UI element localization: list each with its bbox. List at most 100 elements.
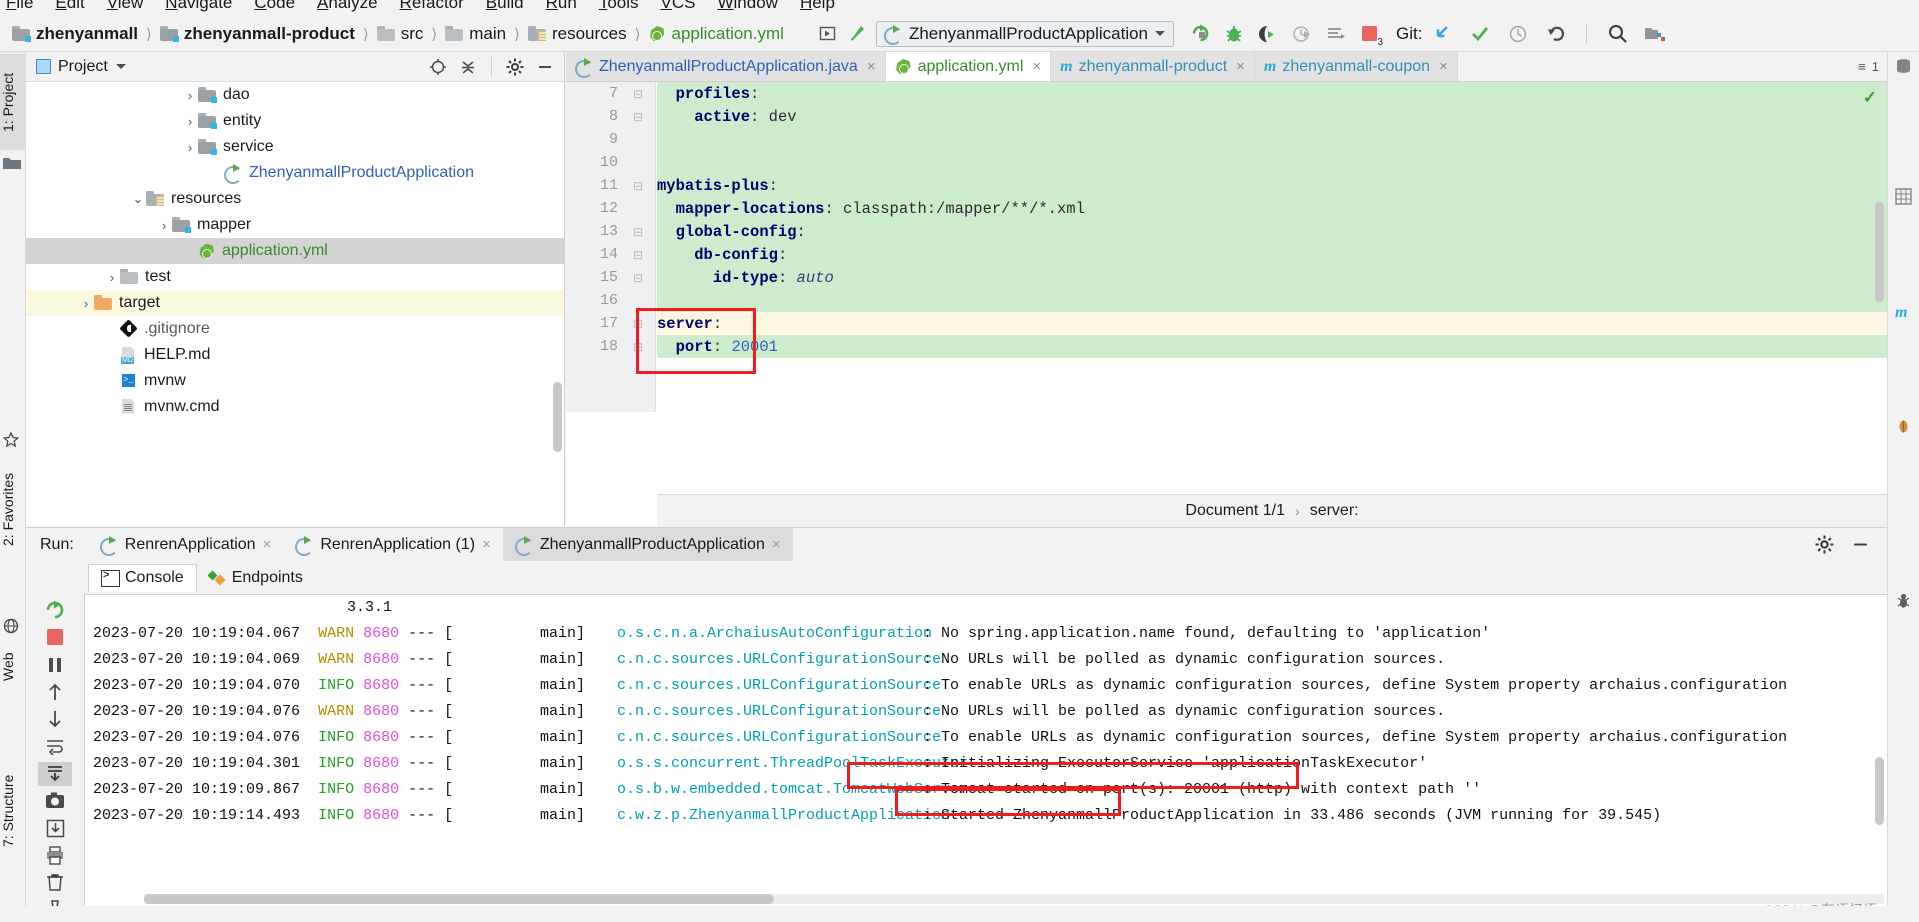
menu-item-vcs[interactable]: VCS — [661, 0, 696, 13]
tree-item-zhenyanmallproductapplication[interactable]: › ZhenyanmallProductApplication — [26, 160, 564, 186]
tree-expand-arrow[interactable]: › — [104, 348, 120, 363]
code-line-9[interactable]: 9 — [566, 128, 1887, 151]
code-folding-icon[interactable]: ⊟ — [630, 271, 646, 285]
clear-all-icon[interactable] — [38, 871, 72, 895]
sidebar-item-database[interactable] — [1887, 82, 1919, 164]
pause-icon[interactable] — [38, 653, 72, 677]
console-scrollbar[interactable] — [1875, 757, 1884, 825]
tree-item-help-md[interactable]: › HELP.md — [26, 342, 564, 368]
breadcrumb-zhenyanmall[interactable]: zhenyanmall — [8, 22, 142, 46]
code-line-7[interactable]: 7 ⊟ profiles: — [566, 82, 1887, 105]
code-line-14[interactable]: 14 ⊟ db-config: — [566, 243, 1887, 266]
menu-item-code[interactable]: Code — [254, 0, 295, 13]
project-tree-scrollbar[interactable] — [553, 382, 562, 452]
code-line-16[interactable]: 16 — [566, 289, 1887, 312]
code-folding-icon[interactable]: ⊟ — [630, 248, 646, 262]
breadcrumb-src[interactable]: src — [373, 22, 428, 46]
rerun-icon[interactable] — [1186, 20, 1214, 48]
editor-tab-bar[interactable]: ZhenyanmallProductApplication.java × appli… — [566, 52, 1887, 82]
close-icon[interactable]: × — [1032, 58, 1041, 75]
project-structure-icon[interactable] — [1641, 20, 1669, 48]
tree-expand-arrow[interactable]: › — [78, 296, 94, 311]
history-icon[interactable] — [1504, 20, 1532, 48]
run-with-coverage-icon[interactable] — [1254, 20, 1282, 48]
run-tab-zhenyanmallproductapplication[interactable]: ZhenyanmallProductApplication × — [502, 528, 793, 561]
sidebar-item-ant-build[interactable] — [1887, 618, 1919, 708]
tree-item--gitignore[interactable]: › .gitignore — [26, 316, 564, 342]
chevron-down-icon[interactable] — [115, 64, 126, 69]
tree-expand-arrow[interactable]: › — [104, 400, 120, 415]
code-folding-icon[interactable]: ⊟ — [630, 225, 646, 239]
menu-item-window[interactable]: Window — [717, 0, 777, 13]
code-line-11[interactable]: 11 ⊟ mybatis-plus: — [566, 174, 1887, 197]
locate-icon[interactable] — [425, 55, 451, 79]
editor-tab-zhenyanmall-product[interactable]: m zhenyanmall-product × — [1051, 52, 1255, 81]
stop-icon[interactable]: 3 — [1356, 20, 1384, 48]
close-icon[interactable]: × — [482, 536, 491, 553]
tree-item-application-yml[interactable]: › application.yml — [26, 238, 564, 264]
hammer-icon[interactable] — [844, 20, 872, 48]
commit-icon[interactable] — [1466, 20, 1494, 48]
run-tab-renrenapplication-1-[interactable]: RenrenApplication (1) × — [283, 528, 503, 561]
tree-item-dao[interactable]: › dao — [26, 82, 564, 108]
menu-item-run[interactable]: Run — [546, 0, 577, 13]
close-icon[interactable]: × — [772, 536, 781, 553]
profiler-icon[interactable] — [1288, 20, 1316, 48]
breadcrumb-main[interactable]: main — [441, 22, 510, 46]
tree-item-mvnw[interactable]: › mvnw — [26, 368, 564, 394]
tab-endpoints[interactable]: Endpoints — [197, 564, 315, 592]
sidebar-item-bean-validation[interactable] — [1887, 442, 1919, 572]
close-icon[interactable]: × — [263, 536, 272, 553]
search-everywhere-icon[interactable] — [1603, 20, 1631, 48]
sidebar-item-web[interactable]: Web — [0, 640, 26, 694]
inspection-status-icon[interactable]: ✓ — [1863, 88, 1877, 108]
tree-expand-arrow[interactable]: › — [182, 114, 198, 129]
menu-item-help[interactable]: Help — [800, 0, 835, 13]
code-line-17[interactable]: 17 ⊟ server: — [566, 312, 1887, 335]
rollback-icon[interactable] — [1542, 20, 1570, 48]
collapse-all-icon[interactable] — [455, 55, 481, 79]
close-icon[interactable]: × — [1439, 58, 1448, 75]
sidebar-item-project[interactable]: 1: Project — [0, 54, 26, 150]
settings-gear-icon[interactable] — [1811, 533, 1837, 557]
code-line-15[interactable]: 15 ⊟ id-type: auto — [566, 266, 1887, 289]
console-horizontal-scrollbar[interactable] — [144, 894, 1884, 904]
tree-item-service[interactable]: › service — [26, 134, 564, 160]
editor-tab-application-yml[interactable]: application.yml × — [885, 52, 1052, 81]
menu-item-refactor[interactable]: Refactor — [400, 0, 464, 13]
run-tab-renrenapplication[interactable]: RenrenApplication × — [88, 528, 284, 561]
tree-item-mvnw-cmd[interactable]: › mvnw.cmd — [26, 394, 564, 420]
run-sub-tabs[interactable]: Console Endpoints — [26, 561, 1887, 594]
code-line-13[interactable]: 13 ⊟ global-config: — [566, 220, 1887, 243]
export-icon[interactable] — [38, 816, 72, 840]
update-project-icon[interactable] — [1428, 20, 1456, 48]
rerun-icon[interactable] — [38, 598, 72, 622]
tree-expand-arrow[interactable]: › — [182, 88, 198, 103]
code-line-12[interactable]: 12 mapper-locations: classpath:/mapper/*… — [566, 197, 1887, 220]
menu-item-edit[interactable]: Edit — [55, 0, 84, 13]
tab-console[interactable]: Console — [88, 563, 197, 592]
build-project-icon[interactable] — [814, 20, 842, 48]
debug-icon[interactable] — [1220, 20, 1248, 48]
scroll-up-icon[interactable] — [38, 680, 72, 704]
run-tab-list[interactable]: RenrenApplication × RenrenApplication (1) ×… — [88, 528, 793, 561]
hide-icon[interactable] — [532, 55, 558, 79]
code-folding-icon[interactable]: ⊟ — [630, 87, 646, 101]
hide-panel-icon[interactable] — [1847, 533, 1873, 557]
tree-item-mapper[interactable]: › mapper — [26, 212, 564, 238]
tree-item-entity[interactable]: › entity — [26, 108, 564, 134]
menu-item-tools[interactable]: Tools — [599, 0, 639, 13]
tree-expand-arrow[interactable]: › — [182, 140, 198, 155]
tree-expand-arrow[interactable]: › — [156, 218, 172, 233]
code-folding-icon[interactable]: ⊟ — [630, 179, 646, 193]
tree-expand-arrow[interactable]: › — [104, 270, 120, 285]
tree-item-test[interactable]: › test — [26, 264, 564, 290]
scroll-to-end-icon[interactable] — [38, 761, 72, 786]
tree-expand-arrow[interactable]: › — [208, 166, 224, 181]
tree-expand-arrow[interactable]: › — [104, 322, 120, 337]
close-icon[interactable]: × — [1236, 58, 1245, 75]
tree-expand-arrow[interactable]: › — [182, 244, 198, 259]
code-line-10[interactable]: 10 — [566, 151, 1887, 174]
run-configuration-selector[interactable]: ZhenyanmallProductApplication — [875, 20, 1175, 47]
sidebar-item-maven[interactable] — [1887, 328, 1919, 394]
